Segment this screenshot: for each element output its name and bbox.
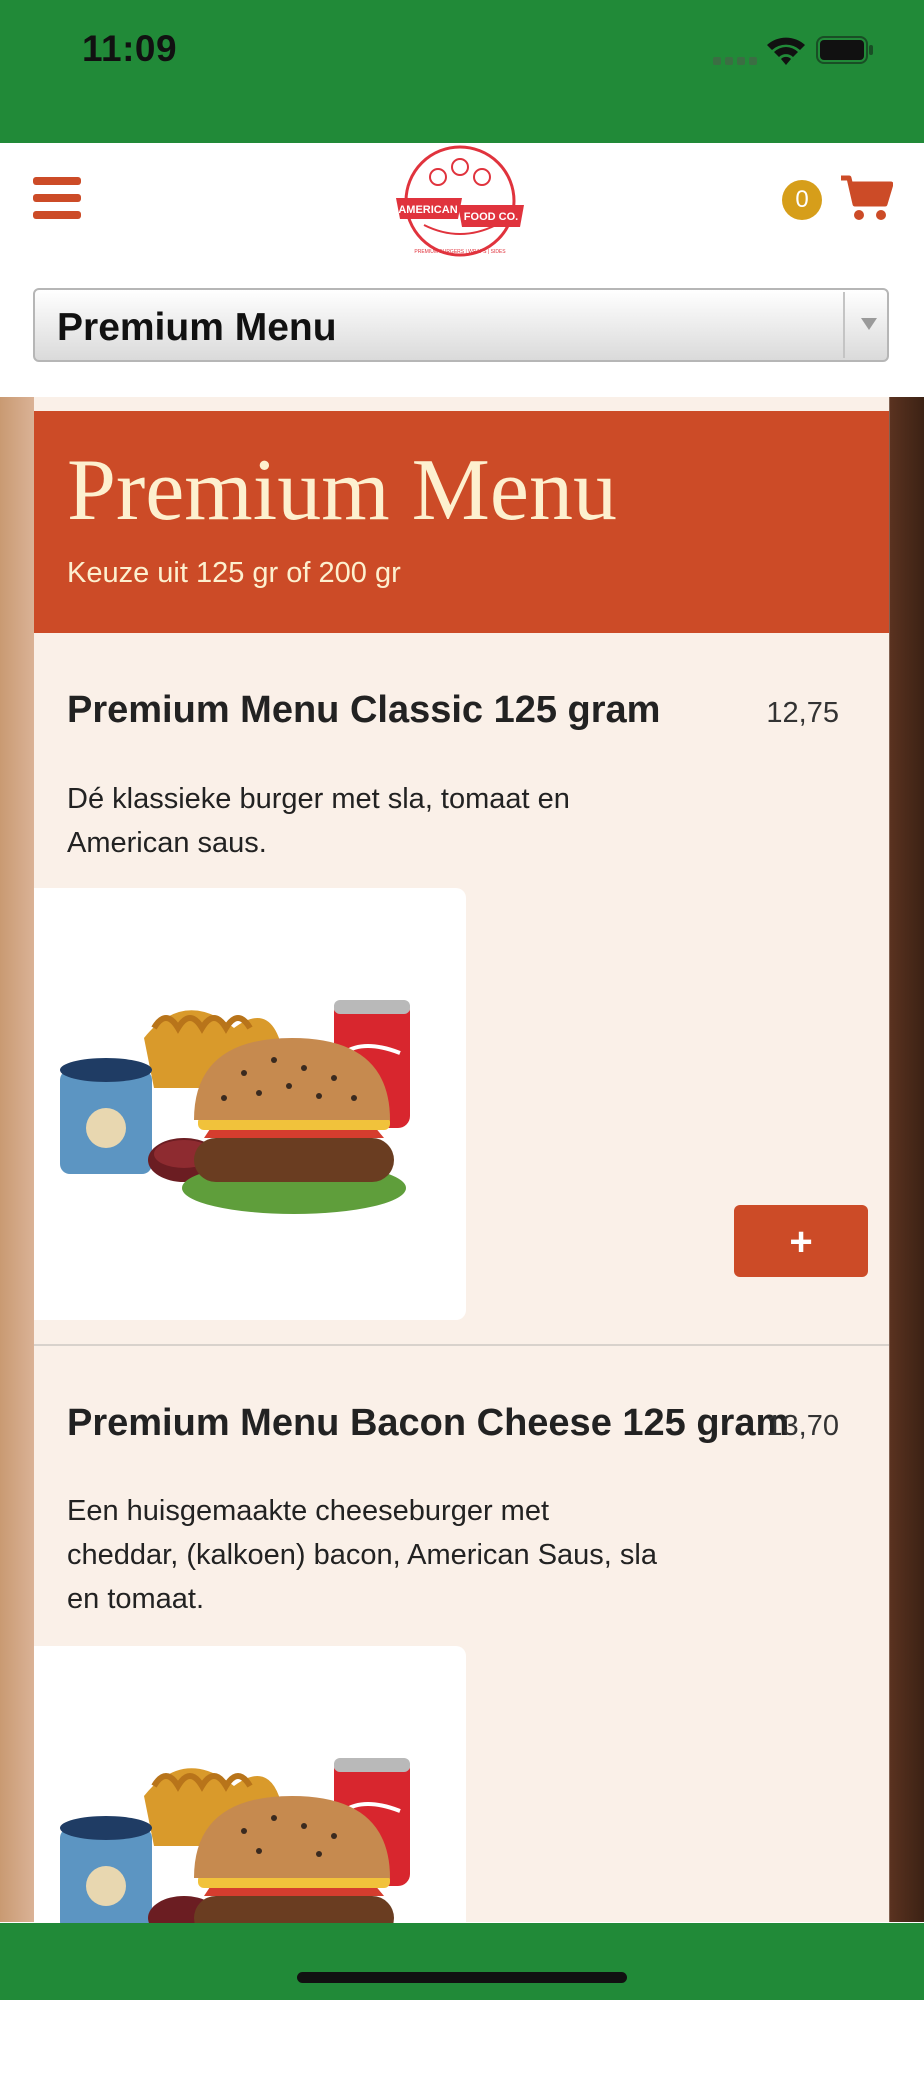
home-indicator[interactable] [297,1972,627,1983]
product-description: Een huisgemaakte cheeseburger met chedda… [67,1495,657,1615]
burger-menu-photo [60,1758,410,1972]
brand-logo[interactable]: AMERICAN FOOD CO. PREMIUM BURGERS | WRAP… [388,143,532,259]
burger-menu-photo [60,1000,410,1214]
category-select-value: Premium Menu [57,306,337,349]
logo-tagline: PREMIUM BURGERS | WRAPS | SIDES [414,249,506,255]
wifi-icon [767,37,805,65]
logo-text-line2: FOOD CO. [464,211,518,223]
status-bar: 11:09 [0,0,924,143]
add-to-cart-button[interactable]: + [734,1205,868,1277]
cellular-signal-icon [713,57,757,65]
dropdown-arrow-icon[interactable] [859,314,879,334]
status-time: 11:09 [82,28,178,69]
product-price: 13,70 [766,1410,839,1442]
select-divider [843,292,845,358]
product-description: Dé klassieke burger met sla, tomaat en A… [67,783,570,859]
shopping-cart-icon[interactable] [839,174,893,222]
product-name[interactable]: Premium Menu Bacon Cheese 125 gram [67,1402,789,1445]
product-price: 12,75 [766,697,839,729]
category-title: Premium Menu [67,442,617,539]
category-banner: Premium Menu Keuze uit 125 gr of 200 gr [34,411,889,633]
product-item[interactable]: Premium Menu Classic 125 gram 12,75 Dé k… [34,633,889,1346]
product-image[interactable] [34,888,466,1320]
product-item[interactable]: Premium Menu Bacon Cheese 125 gram 13,70… [34,1346,889,2078]
hamburger-menu-icon[interactable] [33,177,81,219]
category-subtitle: Keuze uit 125 gr of 200 gr [67,557,401,589]
battery-icon [816,36,873,64]
product-name[interactable]: Premium Menu Classic 125 gram [67,689,660,732]
cart-count-badge[interactable]: 0 [782,180,822,220]
category-select[interactable]: Premium Menu [33,288,889,362]
product-image[interactable] [34,1646,466,2078]
home-bar [0,1923,924,2000]
logo-text-line1: AMERICAN [398,204,457,216]
